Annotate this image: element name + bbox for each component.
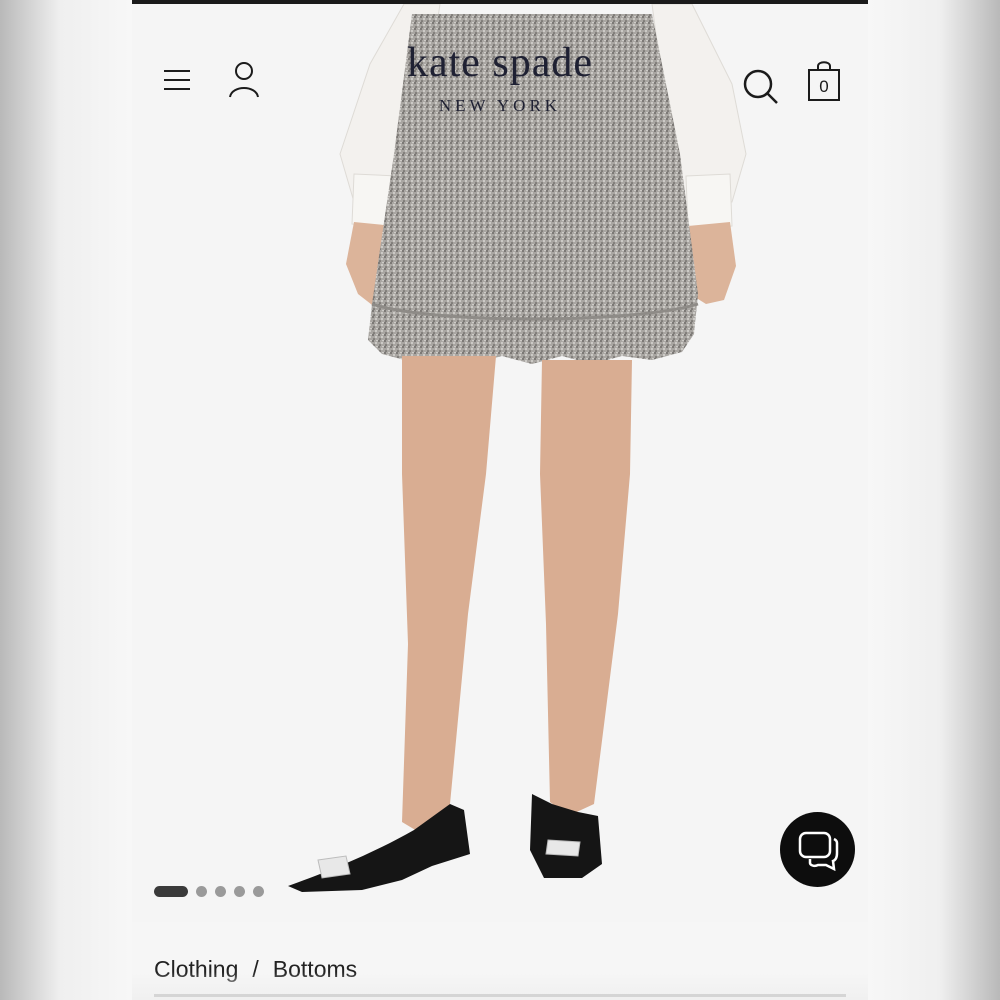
section-divider: [154, 994, 846, 997]
product-page: kate spade NEW YORK 0 Clothing / Bottoms: [132, 0, 868, 1000]
gallery-dot[interactable]: [234, 885, 245, 897]
gallery-dot[interactable]: [196, 885, 207, 897]
logo-wordmark: kate spade: [406, 40, 594, 86]
shopping-bag-icon[interactable]: 0: [806, 60, 842, 102]
hamburger-menu-icon[interactable]: [162, 66, 194, 94]
product-image[interactable]: [132, 4, 868, 922]
person-icon[interactable]: [228, 60, 260, 100]
chat-bubbles-icon: [798, 831, 838, 871]
chat-button[interactable]: [780, 812, 855, 887]
gallery-dot[interactable]: [215, 885, 226, 897]
gallery-pagination[interactable]: [154, 885, 264, 897]
bag-item-count: 0: [819, 77, 829, 96]
brand-logo[interactable]: kate spade NEW YORK: [362, 38, 638, 118]
gallery-dot[interactable]: [154, 885, 188, 897]
search-icon[interactable]: [742, 68, 780, 106]
logo-subtitle: NEW YORK: [438, 96, 562, 115]
gallery-dot[interactable]: [253, 885, 264, 897]
